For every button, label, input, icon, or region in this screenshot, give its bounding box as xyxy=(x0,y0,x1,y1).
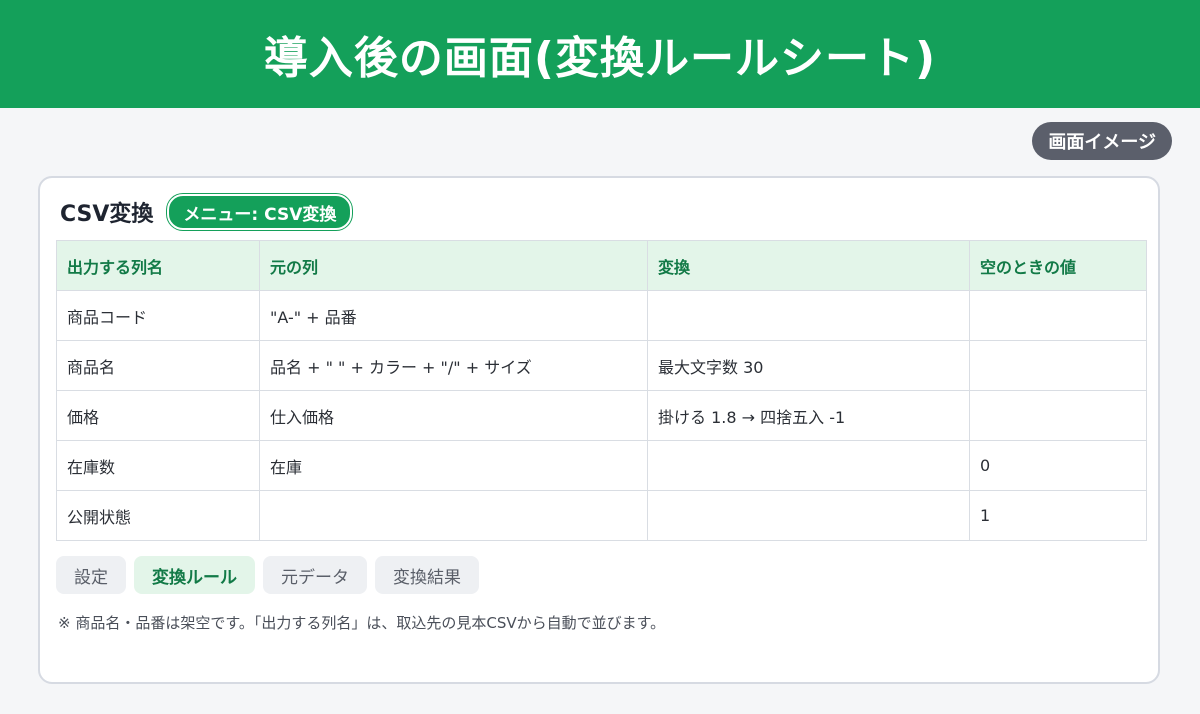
cell-output[interactable]: 価格 xyxy=(56,390,260,441)
cell-source[interactable]: 在庫 xyxy=(259,440,648,491)
cell-output[interactable]: 在庫数 xyxy=(56,440,260,491)
cell-default[interactable] xyxy=(969,340,1147,391)
cell-source[interactable]: 品名 + " " + カラー + "/" + サイズ xyxy=(259,340,648,391)
cell-default[interactable] xyxy=(969,290,1147,341)
cell-default[interactable] xyxy=(969,390,1147,441)
footnote: ※ 商品名・品番は架空です。「出力する列名」は、取込先の見本CSVから自動で並び… xyxy=(58,614,666,632)
table-row[interactable]: 在庫数 在庫 0 xyxy=(56,440,1147,491)
sheet-tabs: 設定 変換ルール 元データ 変換結果 xyxy=(56,556,479,594)
cell-source[interactable]: "A-" + 品番 xyxy=(259,290,648,341)
tab-source-data[interactable]: 元データ xyxy=(263,556,367,594)
column-header-transform: 変換 xyxy=(647,240,970,291)
table-row[interactable]: 商品コード "A-" + 品番 xyxy=(56,290,1147,341)
cell-transform[interactable]: 掛ける 1.8 → 四捨五入 -1 xyxy=(647,390,970,441)
cell-transform[interactable]: 最大文字数 30 xyxy=(647,340,970,391)
page-title: 導入後の画面(変換ルールシート) xyxy=(263,33,937,84)
cell-source[interactable]: 仕入価格 xyxy=(259,390,648,441)
conversion-rule-table: 出力する列名 元の列 変換 空のときの値 商品コード "A-" + 品番 商品名… xyxy=(56,240,1147,541)
image-badge: 画面イメージ xyxy=(1032,122,1172,160)
tab-conversion-result[interactable]: 変換結果 xyxy=(375,556,479,594)
cell-output[interactable]: 公開状態 xyxy=(56,490,260,541)
cell-output[interactable]: 商品コード xyxy=(56,290,260,341)
table-row[interactable]: 価格 仕入価格 掛ける 1.8 → 四捨五入 -1 xyxy=(56,390,1147,441)
table-header-row: 出力する列名 元の列 変換 空のときの値 xyxy=(56,240,1147,291)
tab-settings[interactable]: 設定 xyxy=(56,556,126,594)
cell-default[interactable]: 1 xyxy=(969,490,1147,541)
card-header: CSV変換 メニュー: CSV変換 xyxy=(60,194,353,230)
card-title: CSV変換 xyxy=(60,202,154,227)
cell-transform[interactable] xyxy=(647,490,970,541)
cell-output[interactable]: 商品名 xyxy=(56,340,260,391)
table-row[interactable]: 商品名 品名 + " " + カラー + "/" + サイズ 最大文字数 30 xyxy=(56,340,1147,391)
column-header-source: 元の列 xyxy=(259,240,648,291)
menu-badge: メニュー: CSV変換 xyxy=(167,194,353,230)
cell-source[interactable] xyxy=(259,490,648,541)
csv-convert-card: CSV変換 メニュー: CSV変換 出力する列名 元の列 変換 空のときの値 商… xyxy=(38,176,1160,684)
column-header-output: 出力する列名 xyxy=(56,240,260,291)
column-header-default: 空のときの値 xyxy=(969,240,1147,291)
tab-conversion-rules[interactable]: 変換ルール xyxy=(134,556,255,594)
cell-transform[interactable] xyxy=(647,290,970,341)
cell-transform[interactable] xyxy=(647,440,970,491)
page-header: 導入後の画面(変換ルールシート) xyxy=(0,0,1200,108)
table-row[interactable]: 公開状態 1 xyxy=(56,490,1147,541)
cell-default[interactable]: 0 xyxy=(969,440,1147,491)
